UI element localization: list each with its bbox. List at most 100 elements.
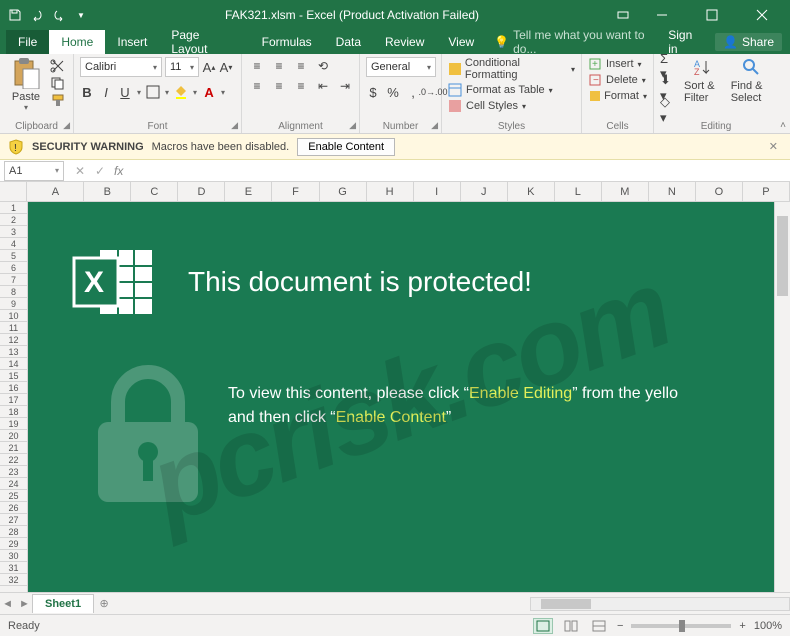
next-sheet-icon[interactable]: ►	[19, 598, 30, 610]
tell-me[interactable]: 💡 Tell me what you want to do...	[486, 30, 668, 54]
cut-icon[interactable]	[50, 59, 66, 73]
row-header[interactable]: 4	[0, 238, 27, 250]
save-icon[interactable]	[8, 8, 22, 22]
undo-icon[interactable]	[30, 8, 44, 22]
enable-content-button[interactable]: Enable Content	[297, 138, 395, 156]
close-warning-icon[interactable]: ✕	[765, 140, 782, 153]
sort-filter-button[interactable]: AZ Sort & Filter	[684, 57, 721, 104]
row-header[interactable]: 21	[0, 442, 27, 454]
col-header[interactable]: J	[461, 182, 508, 201]
tab-view[interactable]: View	[436, 30, 486, 54]
row-header[interactable]: 29	[0, 538, 27, 550]
close-button[interactable]	[744, 0, 780, 30]
prev-sheet-icon[interactable]: ◄	[2, 598, 13, 610]
row-header[interactable]: 9	[0, 298, 27, 310]
col-header[interactable]: P	[743, 182, 790, 201]
insert-cells-button[interactable]: +Insert▾	[588, 57, 647, 71]
percent-icon[interactable]: %	[386, 83, 400, 101]
row-header[interactable]: 30	[0, 550, 27, 562]
col-header[interactable]: K	[508, 182, 555, 201]
italic-button[interactable]: I	[99, 83, 113, 101]
page-break-view-icon[interactable]	[589, 618, 609, 634]
cells-area[interactable]: X This document is protected! To view th…	[28, 202, 790, 592]
row-header[interactable]: 19	[0, 418, 27, 430]
row-header[interactable]: 3	[0, 226, 27, 238]
add-sheet-icon[interactable]: ⊕	[94, 597, 114, 610]
format-painter-icon[interactable]	[50, 93, 66, 107]
row-header[interactable]: 31	[0, 562, 27, 574]
formula-input[interactable]	[127, 161, 790, 181]
copy-icon[interactable]	[50, 76, 66, 90]
minimize-button[interactable]	[644, 0, 680, 30]
maximize-button[interactable]	[694, 0, 730, 30]
row-header[interactable]: 13	[0, 346, 27, 358]
col-header[interactable]: M	[602, 182, 649, 201]
row-header[interactable]: 24	[0, 478, 27, 490]
cancel-fx-icon[interactable]: ✕	[70, 164, 90, 178]
col-header[interactable]: C	[131, 182, 178, 201]
dialog-launcher-icon[interactable]: ◢	[231, 120, 238, 131]
sheet-tab[interactable]: Sheet1	[32, 594, 94, 613]
tab-home[interactable]: Home	[49, 30, 105, 54]
conditional-formatting-button[interactable]: Conditional Formatting▾	[448, 57, 575, 81]
row-header[interactable]: 16	[0, 382, 27, 394]
align-center-icon[interactable]: ≡	[270, 77, 288, 95]
row-header[interactable]: 17	[0, 394, 27, 406]
col-header[interactable]: D	[178, 182, 225, 201]
row-header[interactable]: 32	[0, 574, 27, 586]
select-all-corner[interactable]	[0, 182, 27, 201]
increase-indent-icon[interactable]: ⇥	[336, 77, 354, 95]
col-header[interactable]: L	[555, 182, 602, 201]
align-middle-icon[interactable]: ≡	[270, 57, 288, 75]
fx-icon[interactable]: fx	[110, 164, 127, 178]
dialog-launcher-icon[interactable]: ◢	[431, 120, 438, 131]
col-header[interactable]: G	[320, 182, 367, 201]
ribbon-options-icon[interactable]	[616, 8, 630, 22]
col-header[interactable]: A	[27, 182, 84, 201]
font-size-select[interactable]: 11▾	[165, 57, 199, 77]
row-header[interactable]: 5	[0, 250, 27, 262]
row-header[interactable]: 18	[0, 406, 27, 418]
enter-fx-icon[interactable]: ✓	[90, 164, 110, 178]
page-layout-view-icon[interactable]	[561, 618, 581, 634]
font-color-icon[interactable]: A	[202, 83, 216, 101]
row-header[interactable]: 10	[0, 310, 27, 322]
col-header[interactable]: I	[414, 182, 461, 201]
dialog-launcher-icon[interactable]: ◢	[63, 120, 70, 131]
tab-data[interactable]: Data	[324, 30, 373, 54]
accounting-icon[interactable]: $	[366, 83, 380, 101]
clear-icon[interactable]: ◇ ▾	[660, 101, 674, 119]
col-header[interactable]: H	[367, 182, 414, 201]
increase-decimal-icon[interactable]: .0→.00	[426, 83, 440, 101]
row-header[interactable]: 8	[0, 286, 27, 298]
tab-review[interactable]: Review	[373, 30, 436, 54]
row-header[interactable]: 20	[0, 430, 27, 442]
format-cells-button[interactable]: Format▾	[588, 89, 647, 103]
fill-color-icon[interactable]	[174, 83, 188, 101]
dialog-launcher-icon[interactable]: ◢	[349, 120, 356, 131]
row-header[interactable]: 25	[0, 490, 27, 502]
delete-cells-button[interactable]: −Delete▾	[588, 73, 647, 87]
paste-button[interactable]: Paste ▾	[6, 57, 46, 112]
qat-dropdown-icon[interactable]: ▼	[74, 8, 88, 22]
decrease-indent-icon[interactable]: ⇤	[314, 77, 332, 95]
col-header[interactable]: B	[84, 182, 131, 201]
row-header[interactable]: 6	[0, 262, 27, 274]
increase-font-icon[interactable]: A▴	[202, 58, 216, 76]
col-header[interactable]: F	[272, 182, 319, 201]
row-header[interactable]: 22	[0, 454, 27, 466]
row-header[interactable]: 14	[0, 358, 27, 370]
format-as-table-button[interactable]: Format as Table▾	[448, 83, 575, 97]
tab-file[interactable]: File	[6, 30, 49, 54]
zoom-in-icon[interactable]: +	[739, 620, 745, 632]
row-header[interactable]: 28	[0, 526, 27, 538]
cell-styles-button[interactable]: Cell Styles▾	[448, 99, 575, 113]
vertical-scrollbar[interactable]	[774, 202, 790, 592]
col-header[interactable]: O	[696, 182, 743, 201]
row-header[interactable]: 23	[0, 466, 27, 478]
row-header[interactable]: 11	[0, 322, 27, 334]
zoom-slider[interactable]	[631, 624, 731, 628]
row-header[interactable]: 2	[0, 214, 27, 226]
tab-insert[interactable]: Insert	[105, 30, 159, 54]
tab-page-layout[interactable]: Page Layout	[159, 30, 249, 54]
